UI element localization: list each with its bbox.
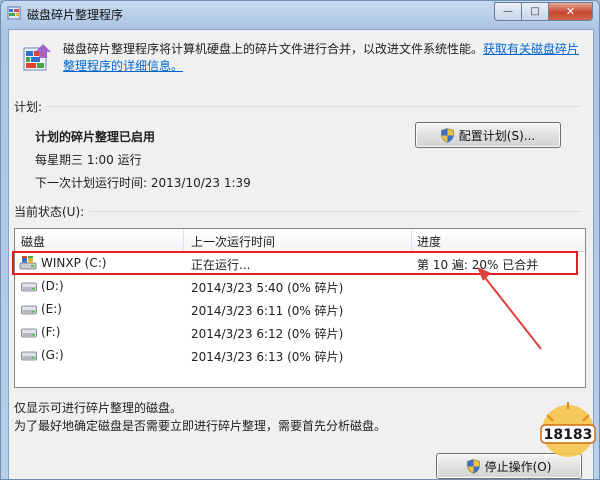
- disk-last-run: 2014/3/23 5:40 (0% 碎片): [191, 281, 344, 295]
- disk-name: (F:): [41, 325, 61, 339]
- drive-icon: [21, 351, 37, 361]
- maximize-icon: □: [530, 6, 540, 17]
- uac-shield-icon: [440, 127, 454, 143]
- minimize-button[interactable]: —: [494, 2, 521, 21]
- drive-icon: [21, 328, 37, 338]
- column-divider[interactable]: [411, 229, 412, 251]
- watermark-logo: 18183: [540, 402, 596, 457]
- defrag-window: 磁盘碎片整理程序 — □ ✕ 磁盘碎片整理程序将计算机硬盘上的碎片文件进行合并，…: [0, 0, 600, 480]
- close-icon: ✕: [565, 5, 576, 18]
- schedule-status-title: 计划的碎片整理已启用: [35, 130, 156, 144]
- status-divider: [89, 211, 581, 212]
- uac-shield-icon: [466, 458, 480, 474]
- watermark-text: 18183: [544, 427, 593, 443]
- column-header-progress[interactable]: 进度: [417, 233, 441, 250]
- schedule-frequency: 每星期三 1:00 运行: [35, 153, 142, 167]
- drive-icon: [21, 282, 37, 292]
- window-client-area: 磁盘碎片整理程序将计算机硬盘上的碎片文件进行合并，以改进文件系统性能。获取有关磁…: [8, 29, 594, 479]
- schedule-next-run: 下一次计划运行时间: 2013/10/23 1:39: [35, 176, 251, 190]
- disk-name: (D:): [41, 279, 64, 293]
- disk-name: (E:): [41, 302, 62, 316]
- disk-list-header: 磁盘 上一次运行时间 进度: [15, 229, 585, 252]
- configure-schedule-button[interactable]: 配置计划(S)...: [415, 122, 561, 148]
- description-text: 磁盘碎片整理程序将计算机硬盘上的碎片文件进行合并，以改进文件系统性能。获取有关磁…: [63, 41, 583, 75]
- minimize-icon: —: [503, 6, 513, 17]
- description-body: 磁盘碎片整理程序将计算机硬盘上的碎片文件进行合并，以改进文件系统性能。: [63, 42, 484, 56]
- title-bar[interactable]: 磁盘碎片整理程序 — □ ✕: [1, 1, 599, 25]
- note-analyze-first: 为了最好地确定磁盘是否需要立即进行碎片整理，需要首先分析磁盘。: [14, 419, 387, 433]
- status-section-label: 当前状态(U):: [14, 205, 85, 219]
- defrag-banner-icon: [23, 44, 51, 71]
- disk-last-run: 2014/3/23 6:11 (0% 碎片): [191, 304, 344, 318]
- configure-schedule-label: 配置计划(S)...: [458, 128, 536, 143]
- note-defraggable-only: 仅显示可进行碎片整理的磁盘。: [14, 401, 183, 415]
- column-divider[interactable]: [183, 229, 184, 251]
- disk-last-run: 2014/3/23 6:13 (0% 碎片): [191, 350, 344, 364]
- disk-name: (G:): [41, 348, 64, 362]
- drive-icon: [21, 305, 37, 315]
- column-header-disk[interactable]: 磁盘: [21, 233, 45, 250]
- disk-last-run: 2014/3/23 6:12 (0% 碎片): [191, 327, 344, 341]
- annotation-arrow: [477, 267, 542, 350]
- maximize-button[interactable]: □: [521, 2, 548, 21]
- column-header-last-run[interactable]: 上一次运行时间: [191, 233, 275, 250]
- window-title: 磁盘碎片整理程序: [27, 8, 124, 22]
- defrag-app-icon: [7, 6, 21, 20]
- schedule-divider: [47, 106, 581, 107]
- caption-buttons: — □ ✕: [494, 2, 593, 21]
- close-button[interactable]: ✕: [548, 2, 593, 21]
- schedule-section-label: 计划:: [14, 100, 43, 114]
